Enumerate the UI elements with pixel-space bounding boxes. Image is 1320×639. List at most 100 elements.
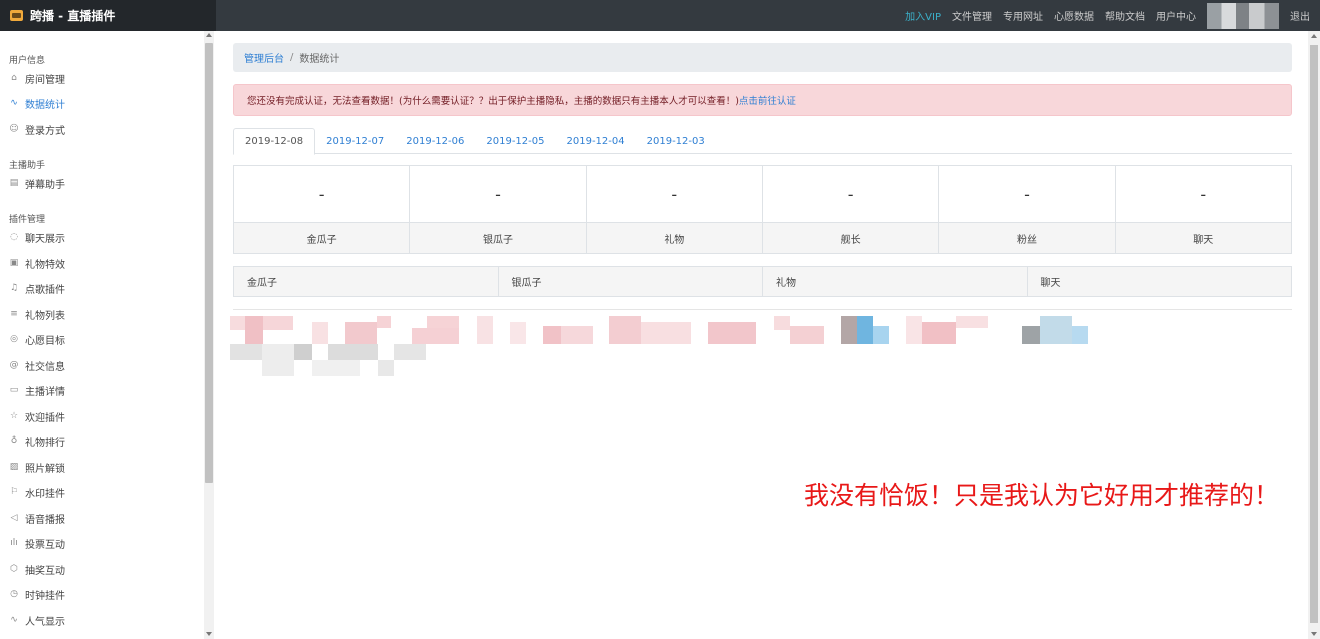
stat-gifts: - 礼物 [586,166,763,253]
sidebar-item-label: 投票互动 [25,539,65,551]
verify-link[interactable]: 点击前往认证 [739,93,796,107]
sidebar-item-popularity[interactable]: ∿ 人气显示 [9,612,65,628]
sidebar-item-danmaku-assistant[interactable]: ▤ 弹幕助手 [9,175,65,191]
sidebar-scrollbar[interactable] [204,31,214,639]
topnav-user-center[interactable]: 用户中心 [1156,8,1196,23]
activity-icon: ∿ [10,614,18,625]
sidebar-item-label: 欢迎插件 [25,412,65,424]
tab-date-1[interactable]: 2019-12-08 [233,128,316,155]
pulse-icon: ∿ [10,97,18,108]
breadcrumb-home-link[interactable]: 管理后台 [244,50,284,65]
tab-date-6[interactable]: 2019-12-03 [636,128,716,154]
sidebar-item-label: 水印挂件 [25,488,65,500]
app-logo-icon [10,10,23,21]
card-icon: ▭ [9,384,19,395]
at-icon: @ [9,359,19,370]
sidebar-item-photo-unlock[interactable]: ▨ 照片解锁 [9,459,65,475]
stats-panel: - 金瓜子 - 银瓜子 - 礼物 - 舰长 - 粉丝 - 聊天 [233,165,1292,254]
annotation-text: 我没有恰饭！只是我认为它好用才推荐的！ [804,481,1280,510]
topnav-wish-data[interactable]: 心愿数据 [1054,8,1094,23]
sidebar-item-gift-effects[interactable]: ▣ 礼物特效 [9,255,65,271]
music-icon: ♫ [9,282,19,293]
sidebar-item-vote-interaction[interactable]: ılı 投票互动 [9,535,65,551]
stat-gold-seeds: - 金瓜子 [234,166,411,253]
sidebar-item-label: 聊天展示 [25,233,65,245]
column-header-gold-seeds: 金瓜子 [234,267,499,296]
topnav-dedicated-url[interactable]: 专用网址 [1003,8,1043,23]
clock-icon: ◷ [10,588,18,599]
list-icon: ≡ [10,308,18,319]
sidebar-item-login-method[interactable]: ☺ 登录方式 [9,121,65,137]
stat-value: - [1200,184,1207,204]
award-icon: ♁ [10,435,18,446]
column-header-gifts: 礼物 [763,267,1028,296]
flag-icon: ⚐ [9,486,19,497]
stat-silver-seeds: - 银瓜子 [410,166,587,253]
date-tabs: 2019-12-08 2019-12-07 2019-12-06 2019-12… [233,128,1292,155]
sidebar-item-chat-display[interactable]: ◌ 聊天展示 [9,229,65,245]
tab-date-3[interactable]: 2019-12-06 [395,128,475,154]
sidebar-item-anchor-details[interactable]: ▭ 主播详情 [9,382,65,398]
sidebar-item-label: 人气显示 [25,616,65,628]
alert-message: 您还没有完成认证，无法查看数据！(为什么需要认证？？出于保护主播隐私，主播的数据… [247,96,739,107]
tab-date-4[interactable]: 2019-12-05 [475,128,555,154]
logout-link[interactable]: 退出 [1290,8,1310,23]
stat-label: 舰长 [762,222,939,253]
sidebar-group-anchor-assistant: 主播助手 [9,161,46,171]
scroll-down-icon[interactable] [1311,632,1317,636]
scroll-up-icon[interactable] [1311,34,1317,38]
top-bar: 跨播 - 直播插件 加入VIP 文件管理 专用网址 心愿数据 帮助文档 用户中心… [0,0,1320,31]
sidebar-item-clock-widget[interactable]: ◷ 时钟挂件 [9,586,65,602]
brand[interactable]: 跨播 - 直播插件 [0,0,216,31]
stat-value: - [495,184,501,204]
sidebar-item-label: 房间管理 [25,74,65,86]
target-icon: ◎ [10,333,18,344]
topnav-help-docs[interactable]: 帮助文档 [1105,8,1145,23]
main-scroll-thumb[interactable] [1310,45,1318,623]
sidebar-group-plugin-manage: 插件管理 [9,215,46,225]
tab-date-2[interactable]: 2019-12-07 [315,128,395,154]
avatar[interactable] [1207,2,1279,29]
sidebar-item-label: 登录方式 [25,125,65,137]
sidebar-item-label: 点歌插件 [25,284,65,296]
scroll-up-icon[interactable] [206,33,212,37]
topnav-join-vip[interactable]: 加入VIP [905,8,941,23]
sidebar-item-room-manage[interactable]: ⌂ 房间管理 [9,70,65,86]
box-icon: ⬡ [10,563,18,574]
stat-label: 金瓜子 [234,222,410,253]
sidebar-group-user-info: 用户信息 [9,56,46,66]
topnav-file-manager[interactable]: 文件管理 [952,8,992,23]
column-header-silver-seeds: 银瓜子 [499,267,763,296]
sidebar-item-label: 时钟挂件 [25,590,65,602]
stat-value: - [847,184,854,204]
stat-label: 粉丝 [939,222,1115,253]
sidebar-item-label: 照片解锁 [25,463,65,475]
table-divider [233,309,1292,310]
sidebar-scroll-thumb[interactable] [205,43,213,483]
stat-label: 银瓜子 [410,222,586,253]
sidebar-item-song-request[interactable]: ♫ 点歌插件 [9,280,65,296]
sidebar-item-watermark[interactable]: ⚐ 水印挂件 [9,484,65,500]
sidebar-item-voice-broadcast[interactable]: ◁ 语音播报 [9,510,65,526]
sidebar-item-lottery-interaction[interactable]: ⬡ 抽奖互动 [9,561,65,577]
top-nav: 加入VIP 文件管理 专用网址 心愿数据 帮助文档 用户中心 退出 [894,0,1310,31]
sidebar-item-social-info[interactable]: @ 社交信息 [9,357,66,373]
sidebar-item-data-stats[interactable]: ∿ 数据统计 [9,95,65,111]
chat-bubble-icon: ◌ [10,231,18,242]
stat-label: 聊天 [1115,222,1291,253]
sidebar-item-gift-ranking[interactable]: ♁ 礼物排行 [9,433,65,449]
sidebar-item-wish-goal[interactable]: ◎ 心愿目标 [9,331,65,347]
sidebar-item-label: 礼物特效 [25,259,65,271]
bar-chart-icon: ılı [10,537,18,548]
breadcrumb-separator: / [290,52,294,63]
scroll-down-icon[interactable] [206,632,212,636]
gift-icon: ▣ [9,257,19,268]
data-table-header: 金瓜子 银瓜子 礼物 聊天 [233,266,1292,297]
volume-icon: ◁ [10,512,18,523]
sidebar: 用户信息 ⌂ 房间管理 ∿ 数据统计 ☺ 登录方式 主播助手 ▤ 弹幕助手 插件… [0,31,216,639]
tab-date-5[interactable]: 2019-12-04 [556,128,636,154]
main-scrollbar[interactable] [1308,31,1320,639]
sidebar-item-welcome-plugin[interactable]: ☆ 欢迎插件 [9,408,65,424]
sidebar-item-gift-list[interactable]: ≡ 礼物列表 [9,306,65,322]
stat-label: 礼物 [586,222,762,253]
